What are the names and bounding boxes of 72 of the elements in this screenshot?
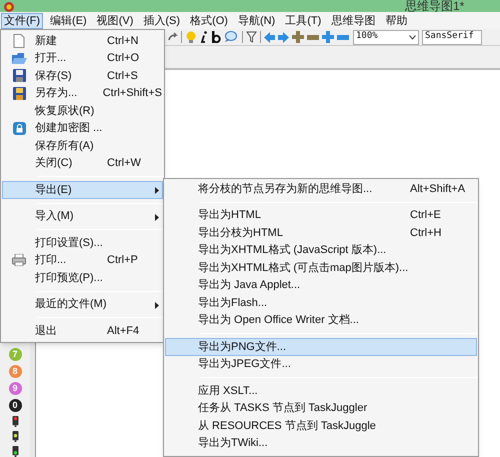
redo-icon[interactable] (168, 32, 178, 42)
menu-item[interactable]: 打开... Ctrl+O (2, 50, 163, 67)
italic-icon[interactable] (200, 31, 208, 43)
menu-item[interactable]: 将分枝的节点另存为新的思维导图... Alt+Shift+A (165, 180, 477, 198)
menu-item[interactable]: 帮助 (382, 12, 410, 28)
shortcut-label: Ctrl+N (107, 34, 138, 48)
menu-item[interactable]: 导出为XHTML格式 (可点击map图片版本)... (165, 259, 477, 276)
font-dropdown[interactable]: SansSerif (422, 30, 482, 44)
right-arrow-icon[interactable] (278, 32, 289, 42)
menu-item[interactable]: 导入(M) (2, 208, 163, 225)
traffic-light-icon[interactable] (12, 431, 18, 442)
app-icon (3, 0, 15, 12)
menu-item[interactable]: 保存所有(A) (2, 137, 163, 154)
menu-item[interactable]: 新建 Ctrl+N (2, 32, 163, 50)
document-icon (13, 34, 25, 48)
shortcut-label: Ctrl+E (410, 208, 441, 223)
menu-item[interactable]: 退出 Alt+F4 (2, 322, 163, 340)
shortcut-label: Ctrl+O (107, 51, 140, 66)
traffic-light-icon[interactable] (12, 416, 18, 427)
minus-icon[interactable] (337, 34, 349, 40)
menu-item[interactable]: 恢复原状(R) (2, 102, 163, 120)
shortcut-label: Alt+F4 (107, 324, 140, 338)
speech-bubble-icon[interactable] (224, 31, 237, 43)
printer-icon (12, 254, 26, 266)
shortcut-label: Ctrl+P (107, 253, 138, 268)
shortcut-label: Ctrl+Shift+S (102, 86, 162, 101)
filter-icon[interactable] (246, 31, 257, 43)
menu-item[interactable]: 最近的文件(M) (2, 296, 163, 313)
menu-item[interactable]: 文件(F) (1, 12, 44, 28)
menu-item[interactable]: 格式(O) (187, 12, 231, 28)
menu-item[interactable]: 工具(T) (282, 12, 324, 28)
shortcut-label: Alt+Shift+A (410, 182, 466, 196)
menu-item[interactable]: 导出为TWiki... (165, 434, 477, 452)
lock-icon (12, 122, 26, 135)
zoom-dropdown[interactable]: 100% (353, 30, 419, 44)
menu-item[interactable]: 思维导图 (328, 12, 378, 28)
folder-icon (12, 52, 26, 65)
menu-item[interactable]: 从 RESOURCES 节点到 TaskJuggle (165, 417, 477, 434)
menu-item[interactable]: 导出为 Open Office Writer 文档... (165, 312, 477, 329)
menu-item[interactable]: 打印... Ctrl+P (2, 252, 163, 269)
traffic-light-icon[interactable] (12, 446, 18, 457)
shortcut-label: Ctrl+W (107, 156, 141, 171)
menu-item[interactable]: 保存(S) Ctrl+S (2, 67, 163, 84)
menu-item[interactable]: 导出为 Java Applet... (165, 276, 477, 294)
menu-item[interactable]: 应用 XSLT... (165, 382, 477, 400)
menu-item[interactable]: 打印设置(S)... (2, 234, 163, 252)
menu-item[interactable]: 插入(S) (140, 12, 184, 28)
chevron-down-icon (409, 34, 416, 40)
menu-item[interactable]: 导航(N) (234, 12, 278, 28)
menu-item[interactable]: 导出为PNG文件... (165, 338, 477, 356)
menu-item[interactable]: 导出为Flash... (165, 294, 477, 312)
menu-item[interactable]: 导出为XHTML格式 (JavaScript 版本)... (165, 242, 477, 259)
menu-item[interactable]: 打印预览(P)... (2, 269, 163, 286)
menu-item[interactable]: 导出为HTML Ctrl+E (165, 206, 477, 224)
menu-item[interactable]: 关闭(C) Ctrl+W (2, 154, 163, 172)
menu-item[interactable]: 导出分枝为HTML Ctrl+H (165, 224, 477, 242)
bold-icon[interactable] (211, 31, 221, 43)
menu-item[interactable]: 导出为JPEG文件... (165, 356, 477, 373)
plus-icon[interactable] (322, 31, 334, 43)
menu-item[interactable]: 任务从 TASKS 节点到 TaskJuggler (165, 400, 477, 417)
number-badge[interactable]: 0 (8, 399, 22, 412)
shortcut-label: Ctrl+H (410, 226, 442, 240)
left-arrow-icon[interactable] (264, 32, 275, 42)
window-title: 思维导图1* (405, 0, 464, 12)
shortcut-label: Ctrl+S (107, 68, 138, 84)
menu-item[interactable]: 视图(V) (94, 12, 136, 28)
menu-item[interactable]: 创建加密图 ... (2, 120, 163, 137)
menu-item[interactable]: 编辑(E) (47, 12, 90, 28)
menu-item[interactable]: 另存为... Ctrl+Shift+S (2, 84, 163, 102)
minus-icon[interactable] (307, 34, 319, 40)
plus-icon[interactable] (292, 31, 304, 43)
menu-item[interactable]: 导出(E) (2, 181, 163, 198)
